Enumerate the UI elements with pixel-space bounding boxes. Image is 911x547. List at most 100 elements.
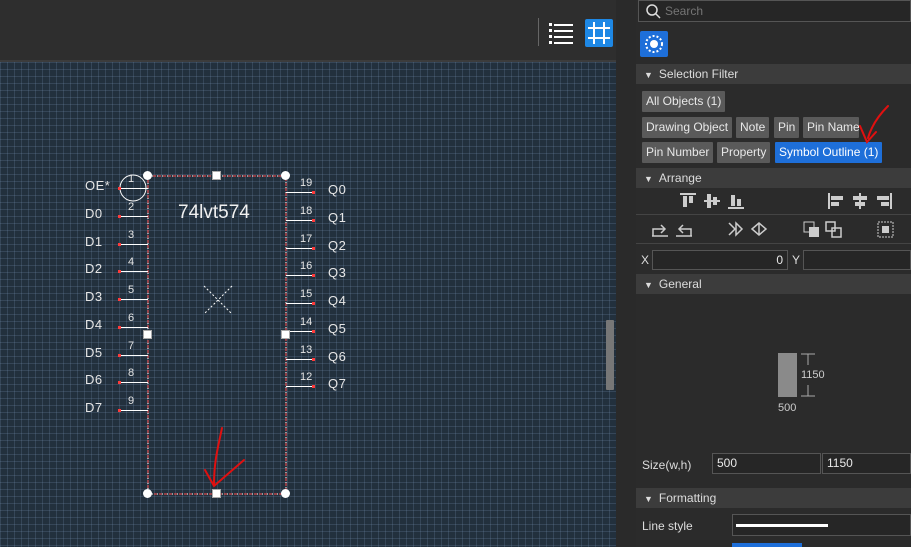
height-input[interactable]: 1150 (822, 453, 911, 474)
pin-number: 12 (300, 371, 313, 384)
pin-name: Q1 (328, 209, 347, 225)
x-label: X (641, 253, 650, 267)
flip-vertical-button[interactable] (750, 220, 770, 238)
align-top-button[interactable] (678, 192, 698, 210)
corner-handle-top-right[interactable] (281, 171, 290, 180)
vertical-scrollbar[interactable] (606, 320, 614, 390)
collapse-triangle-icon: ▼ (644, 70, 653, 80)
rotate-right-button[interactable] (650, 220, 670, 238)
pin-endpoint (118, 325, 121, 329)
toolbar-separator (538, 18, 539, 46)
bring-to-front-icon (803, 221, 819, 237)
width-input[interactable]: 500 (712, 453, 821, 474)
filter-chip-drawing-object[interactable]: Drawing Object (642, 117, 733, 138)
pin-number: 19 (300, 177, 313, 189)
formatting-header[interactable]: ▼ Formatting (636, 488, 911, 508)
pin-name: D4 (85, 316, 103, 332)
panel-splitter[interactable] (616, 0, 636, 547)
y-label: Y (792, 253, 801, 267)
list-view-button[interactable] (547, 20, 575, 46)
schematic-canvas[interactable]: 74lvt574 OE* 1 D0 2 D1 3 D2 4 D3 5 D4 6 D5 7 D6 8 D7 9 Q0… (0, 62, 616, 547)
pin-name: Q7 (328, 376, 347, 392)
pin-number: 16 (300, 260, 313, 273)
pin-line (120, 382, 148, 384)
pin-line (120, 299, 148, 300)
pin-name: D1 (85, 233, 103, 249)
canvas-toolbar (0, 0, 616, 60)
symbol-outline-graphics (119, 174, 287, 495)
part-name: 74lvt574 (178, 202, 250, 223)
align-middle-icon (704, 194, 720, 208)
pin-line (120, 354, 148, 356)
align-middle-button[interactable] (702, 192, 722, 210)
group-button[interactable] (876, 220, 896, 238)
corner-handle-bottom-left[interactable] (143, 489, 152, 498)
pin-endpoint (312, 218, 315, 222)
pin-endpoint (118, 242, 121, 246)
align-left-icon (828, 193, 843, 209)
pin-endpoint (118, 353, 121, 357)
pin-number: 4 (128, 256, 135, 269)
general-header[interactable]: ▼ General (636, 274, 911, 294)
filter-chip-pin-number[interactable]: Pin Number (642, 142, 714, 163)
align-left-button[interactable] (826, 192, 846, 210)
align-center-icon (853, 193, 867, 209)
rotate-left-button[interactable] (674, 220, 694, 238)
pin-line (286, 330, 314, 332)
filter-chip-property[interactable]: Property (717, 142, 771, 163)
align-right-icon (877, 193, 892, 209)
pin-line (120, 243, 148, 245)
pin-endpoint (312, 329, 315, 333)
y-input[interactable] (803, 250, 911, 270)
align-center-button[interactable] (850, 192, 870, 210)
flip-vertical-icon (750, 222, 768, 236)
pin-line (286, 275, 314, 277)
filter-chip-pin[interactable]: Pin (774, 117, 800, 138)
size-label: Size(w,h) (642, 458, 692, 472)
pin-endpoint (312, 274, 315, 278)
component-button[interactable] (640, 31, 668, 57)
pin-name: Q0 (328, 182, 347, 197)
resize-handle-right[interactable] (281, 330, 290, 339)
search-box[interactable] (638, 0, 911, 22)
pin-endpoint (118, 270, 121, 274)
align-right-button[interactable] (874, 192, 894, 210)
filter-chip-all-objects[interactable]: All Objects (1) (642, 91, 726, 112)
pin-line (120, 188, 148, 189)
pin-number: 18 (300, 204, 313, 217)
send-to-back-button[interactable] (824, 220, 844, 238)
corner-handle-top-left[interactable] (143, 171, 152, 180)
flip-horizontal-button[interactable] (726, 220, 746, 238)
filter-chip-note[interactable]: Note (736, 117, 770, 138)
search-input[interactable] (665, 2, 905, 20)
pin-number: 1 (128, 173, 135, 185)
color-swatch[interactable] (732, 543, 802, 547)
x-input[interactable]: 0 (652, 250, 788, 270)
pin-name: D6 (85, 372, 103, 388)
line-style-select[interactable] (732, 514, 911, 536)
resize-handle-bottom[interactable] (212, 489, 221, 498)
arrange-title: Arrange (658, 171, 702, 185)
resize-handle-top[interactable] (212, 171, 221, 180)
bring-to-front-button[interactable] (802, 220, 822, 238)
pin-number: 13 (300, 343, 313, 356)
pin-name: D0 (85, 205, 103, 221)
pin-endpoint (312, 246, 315, 250)
pin-line (286, 247, 314, 249)
pin-line (120, 410, 148, 411)
rotate-icon (652, 224, 668, 237)
pin-line (120, 215, 148, 217)
grid-toggle-button[interactable] (585, 19, 613, 47)
selection-filter-header[interactable]: ▼ Selection Filter (636, 64, 911, 84)
group-icon (877, 221, 894, 238)
corner-handle-bottom-right[interactable] (281, 489, 290, 498)
pin-name: D5 (85, 344, 103, 360)
list-icon (549, 23, 573, 44)
pin-name: Q3 (328, 265, 347, 281)
arrange-header[interactable]: ▼ Arrange (636, 168, 911, 188)
align-bottom-button[interactable] (726, 192, 746, 210)
divider (636, 243, 911, 244)
collapse-triangle-icon: ▼ (644, 174, 653, 184)
resize-handle-left[interactable] (143, 330, 152, 339)
pin-line (120, 271, 148, 273)
